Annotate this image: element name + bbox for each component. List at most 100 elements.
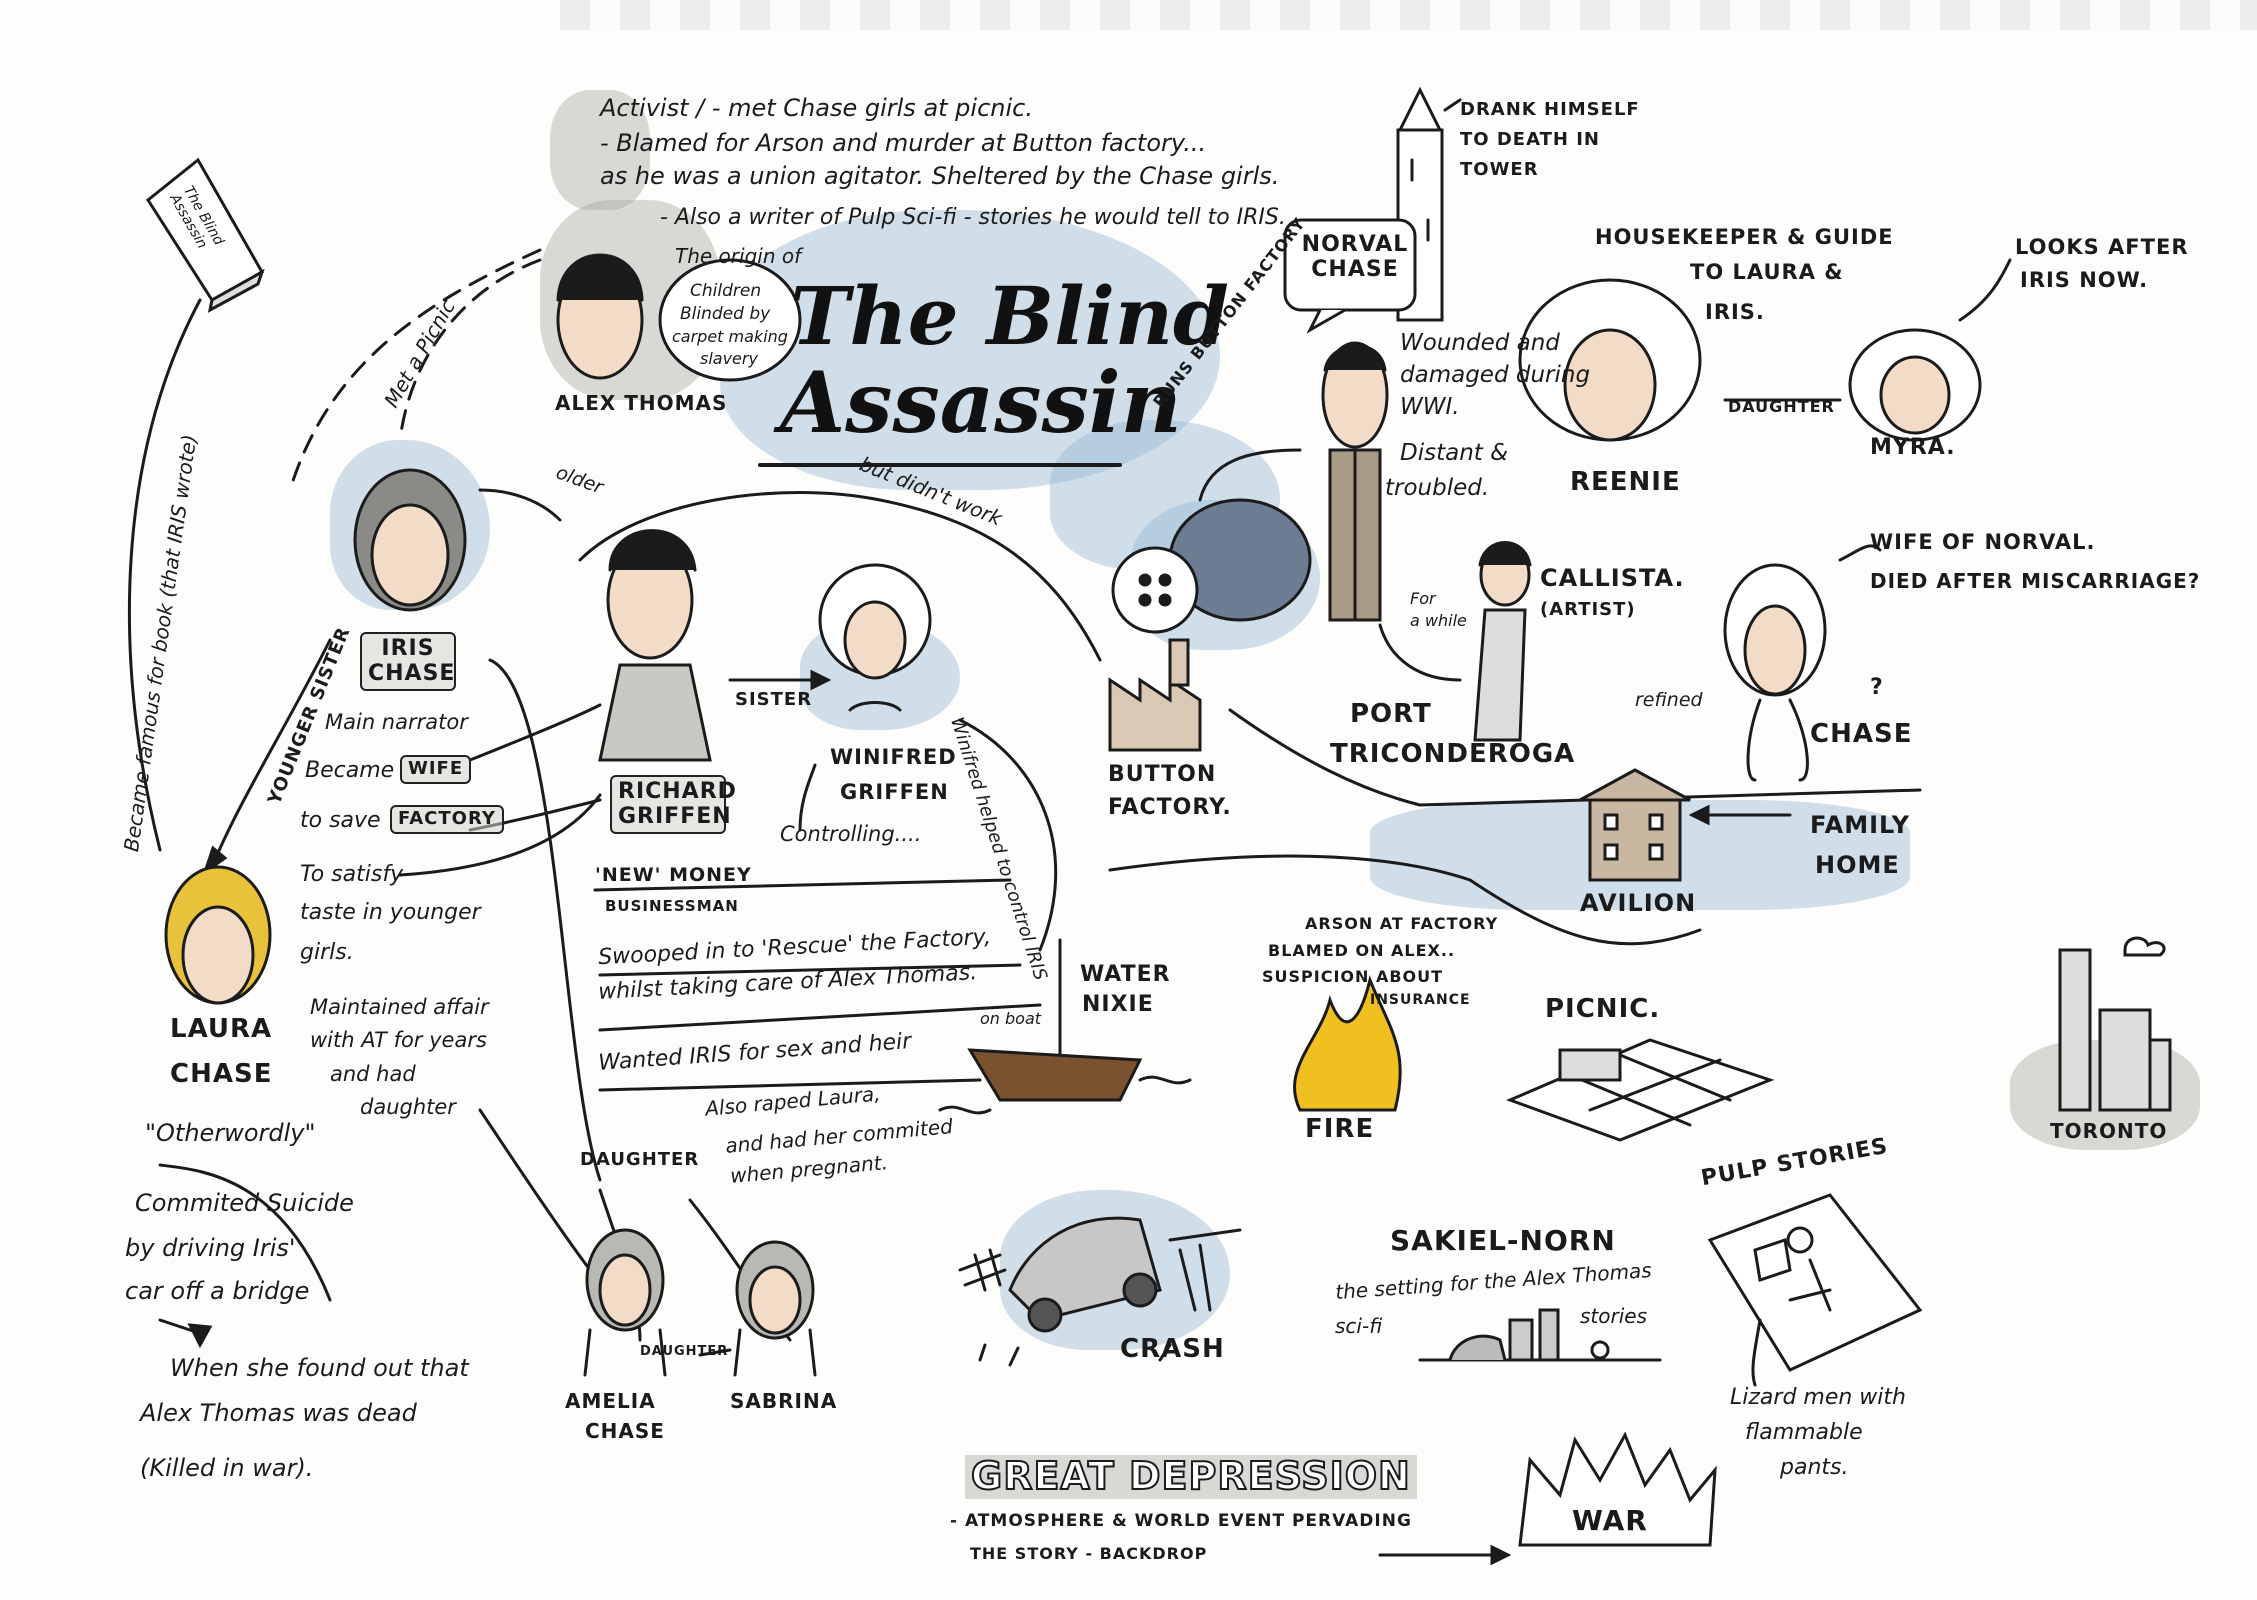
laura-found-3: (Killed in war). — [140, 1454, 314, 1482]
origin-bubble-2: Blinded by — [680, 304, 771, 324]
richard-satisfy-2: taste in younger — [300, 900, 481, 925]
factory-icon — [1108, 638, 1202, 752]
norval-tower-2: TO DEATH IN — [1460, 129, 1600, 150]
richard-name-box: RICHARD GRIFFEN — [610, 775, 736, 834]
sakiel-note-3: stories — [1580, 1304, 1648, 1328]
callista-for: For — [1410, 589, 1436, 608]
richard-sep-3 — [598, 1003, 1042, 1032]
richard-affair-4: daughter — [360, 1095, 456, 1119]
myra-note-1: LOOKS AFTER — [2015, 235, 2189, 259]
iris-name-1: IRIS CHASE — [360, 632, 456, 691]
iris-to-richard-line — [488, 658, 602, 1182]
depression-note-1: - ATMOSPHERE & WORLD EVENT PERVADING — [950, 1511, 1412, 1531]
mindmap-canvas: The Blind Assassin The Blind Assassin Ac… — [0, 0, 2257, 1600]
sakiel-note-2: sci-fi — [1335, 1314, 1383, 1338]
title-line2: Assassin — [780, 353, 1182, 452]
for-while-arrow — [1378, 623, 1462, 682]
richard-affair-3: and had — [330, 1062, 416, 1086]
daughter-label-1: DAUGHTER — [580, 1149, 700, 1170]
button-factory-1: BUTTON — [1108, 762, 1217, 787]
alex-note-4: - Also a writer of Pulp Sci-fi - stories… — [660, 205, 1286, 230]
laura-suicide-1: Commited Suicide — [135, 1189, 354, 1217]
older-arrow — [478, 488, 562, 522]
affair-arrow — [478, 1108, 592, 1272]
wife-question: ? — [1870, 675, 1884, 700]
richard-satisfy-1: To satisfy — [300, 862, 404, 887]
alex-figure — [556, 253, 644, 380]
controlling-arrow — [798, 763, 817, 832]
avilion-house-icon — [1579, 768, 1691, 882]
norval-tower-3: TOWER — [1460, 159, 1539, 180]
norval-note-2: damaged during — [1400, 362, 1591, 388]
callista-name: CALLISTA. — [1540, 564, 1685, 592]
callista-figure — [1473, 541, 1532, 742]
picnic-icon — [1505, 1038, 1775, 1142]
pulp-note-line — [1751, 1318, 1762, 1387]
myra-name: MYRA. — [1870, 435, 1956, 460]
title-line1: The Blind — [790, 269, 1229, 363]
iris-role: Main narrator — [325, 710, 468, 734]
norval-note-1: Wounded and — [1400, 330, 1560, 356]
reenie-name: REENIE — [1570, 467, 1681, 497]
reenie-figure — [1518, 278, 1702, 442]
daughter-label-2: DAUGHTER — [640, 1344, 729, 1359]
sabrina-name: SABRINA — [730, 1389, 838, 1413]
norval-note-5: troubled. — [1385, 475, 1490, 501]
amelia-name-2: CHASE — [585, 1419, 665, 1443]
tower-note-line — [1443, 98, 1462, 112]
origin-bubble-3: carpet making — [672, 327, 788, 346]
laura-name-2: CHASE — [170, 1059, 273, 1089]
iris-wife-box: WIFE — [400, 755, 472, 784]
arson-3: SUSPICION ABOUT — [1262, 967, 1444, 986]
alex-note-2: - Blamed for Arson and murder at Button … — [600, 129, 1207, 157]
reenie-note-3: IRIS. — [1705, 300, 1765, 324]
winifred-figure — [818, 563, 932, 712]
myra-figure — [1848, 328, 1982, 442]
alex-note-3: as he was a union agitator. Sheltered by… — [600, 162, 1280, 190]
origin-bubble-4: slavery — [700, 349, 758, 368]
button-factory-2: FACTORY. — [1108, 795, 1232, 820]
winifred-controlling: Controlling.... — [780, 822, 922, 846]
richard-sister: SISTER — [735, 689, 813, 710]
richard-role-2: BUSINESSMAN — [605, 897, 739, 915]
fire-label: FIRE — [1305, 1114, 1375, 1144]
toronto-label: TORONTO — [2050, 1119, 2168, 1143]
reenie-daughter-label: DAUGHTER — [1728, 397, 1835, 416]
runs-factory-arrow — [1198, 448, 1302, 502]
laura-figure — [164, 865, 272, 1005]
richard-affair-1: Maintained affair — [310, 995, 489, 1019]
water-nixie-1: WATER — [1080, 962, 1171, 987]
laura-name-1: LAURA — [170, 1014, 273, 1044]
callista-role: (ARTIST) — [1540, 599, 1636, 620]
family-home-1: FAMILY — [1810, 811, 1910, 839]
arson-4: INSURANCE — [1370, 992, 1471, 1008]
richard-affair-2: with AT for years — [310, 1028, 487, 1052]
war-label: WAR — [1572, 1504, 1648, 1537]
alex-name: ALEX THOMAS — [555, 391, 728, 415]
laura-found-1: When she found out that — [170, 1354, 469, 1382]
laura-otherworldly: "Otherwordly" — [145, 1119, 316, 1147]
pulp-note-2: flammable — [1745, 1420, 1863, 1445]
wife-name: CHASE — [1810, 719, 1913, 749]
norval-figure — [1321, 341, 1389, 622]
water-nixie-2: NIXIE — [1082, 992, 1154, 1017]
amelia-name-1: AMELIA — [565, 1389, 656, 1413]
pulp-note-3: pants. — [1780, 1455, 1849, 1480]
port-1: PORT — [1350, 699, 1432, 729]
laura-suicide-2: by driving Iris' — [125, 1234, 296, 1262]
norval-note-3: WWI. — [1400, 394, 1460, 420]
toronto-icon — [2058, 936, 2172, 1112]
norval-note-4: Distant & — [1400, 440, 1509, 466]
richard-satisfy-3: girls. — [300, 940, 354, 965]
norval-tower-1: DRANK HIMSELF — [1460, 99, 1640, 120]
sabrina-figure — [733, 1240, 817, 1377]
sakiel-name: SAKIEL-NORN — [1390, 1224, 1616, 1257]
arson-2: BLAMED ON ALEX.. — [1268, 941, 1456, 960]
winifred-name-1: WINIFRED — [830, 745, 957, 769]
alex-origin-label: The origin of — [675, 244, 802, 268]
avilion-name: AVILION — [1580, 889, 1697, 917]
origin-bubble-1: Children — [690, 281, 762, 301]
wife-note-2: DIED AFTER MISCARRIAGE? — [1870, 569, 2201, 593]
laura-suicide-3: car off a bridge — [125, 1277, 310, 1305]
port-2: TRICONDEROGA — [1330, 739, 1576, 769]
